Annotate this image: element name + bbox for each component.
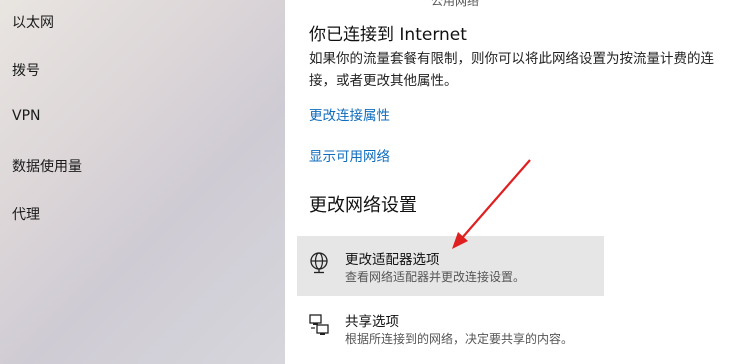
show-available-networks-link[interactable]: 显示可用网络 bbox=[309, 145, 390, 165]
sidebar: 以太网 拨号 VPN 数据使用量 代理 bbox=[0, 0, 285, 364]
sharing-icon bbox=[307, 313, 331, 337]
network-type-label: 公用网络 bbox=[431, 0, 480, 8]
option-title: 更改适配器选项 bbox=[345, 252, 440, 268]
sidebar-item-dialup[interactable]: 拨号 bbox=[12, 60, 40, 80]
sidebar-item-vpn[interactable]: VPN bbox=[12, 108, 41, 124]
sidebar-item-ethernet[interactable]: 以太网 bbox=[12, 12, 54, 32]
network-adapter-icon bbox=[307, 251, 331, 275]
sharing-options-button[interactable]: 共享选项 根据所连接到的网络，决定要共享的内容。 bbox=[297, 298, 604, 358]
option-title: 共享选项 bbox=[345, 314, 399, 330]
connection-status-title: 你已连接到 Internet bbox=[309, 25, 467, 45]
option-description: 根据所连接到的网络，决定要共享的内容。 bbox=[345, 332, 574, 346]
option-description: 查看网络适配器并更改连接设置。 bbox=[345, 270, 526, 284]
sidebar-item-proxy[interactable]: 代理 bbox=[12, 204, 40, 224]
change-network-settings-heading: 更改网络设置 bbox=[309, 195, 417, 216]
sidebar-item-data-usage[interactable]: 数据使用量 bbox=[12, 156, 82, 176]
change-adapter-options-button[interactable]: 更改适配器选项 查看网络适配器并更改连接设置。 bbox=[297, 236, 604, 296]
connection-status-description: 如果你的流量套餐有限制，则你可以将此网络设置为按流量计费的连接，或者更改其他属性… bbox=[309, 51, 714, 89]
change-connection-properties-link[interactable]: 更改连接属性 bbox=[309, 104, 390, 124]
main-content: 公用网络 你已连接到 Internet 如果你的流量套餐有限制，则你可以将此网络… bbox=[285, 0, 743, 364]
